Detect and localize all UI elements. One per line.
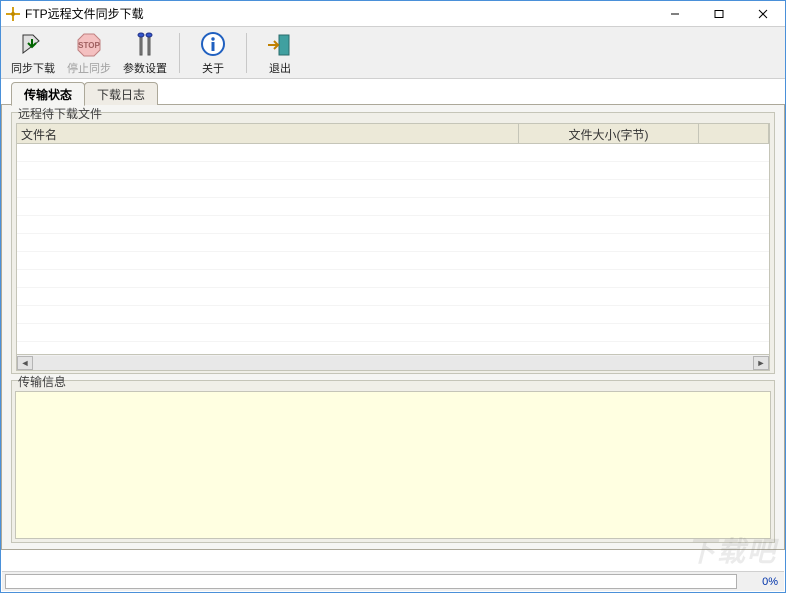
tab-bar: 传输状态 下载日志 [1,83,785,105]
scroll-track[interactable] [33,356,753,370]
settings-button[interactable]: 参数设置 [121,29,169,77]
progress-percent: 0% [740,576,784,588]
file-list[interactable]: 文件名 文件大小(字节) ◄ ► [16,123,770,371]
tab-transfer-status[interactable]: 传输状态 [11,82,85,106]
toolbar-separator-2 [246,33,247,73]
col-filename[interactable]: 文件名 [17,124,519,143]
toolbar: 同步下载 STOP 停止同步 参数设置 [1,27,785,79]
stop-sync-label: 停止同步 [67,60,111,76]
exit-icon [266,31,294,59]
window-title: FTP远程文件同步下载 [25,5,653,22]
stop-sync-button[interactable]: STOP 停止同步 [65,29,113,77]
sync-download-label: 同步下载 [11,60,55,76]
transfer-info-caption: 传输信息 [16,373,68,390]
stop-icon: STOP [75,31,103,59]
page-content: 远程待下载文件 文件名 文件大小(字节) ◄ ► 传输信息 [1,105,785,550]
progress-bar [5,574,737,589]
about-label: 关于 [202,60,224,76]
h-scrollbar[interactable]: ◄ ► [17,354,769,370]
file-list-body[interactable] [17,144,769,354]
tab-download-log-label: 下载日志 [97,88,145,102]
remote-files-caption: 远程待下载文件 [16,105,104,122]
info-icon [199,31,227,59]
status-bar: 0% [2,571,784,591]
col-filesize[interactable]: 文件大小(字节) [519,124,699,143]
app-icon [5,6,21,22]
transfer-info-pane[interactable] [15,391,771,539]
file-list-header: 文件名 文件大小(字节) [17,124,769,144]
toolbar-separator [179,33,180,73]
svg-text:STOP: STOP [78,41,100,50]
col-extra[interactable] [699,124,769,143]
titlebar: FTP远程文件同步下载 [1,1,785,27]
sync-download-button[interactable]: 同步下载 [9,29,57,77]
sync-download-icon [19,31,47,59]
settings-icon [131,31,159,59]
tab-transfer-status-label: 传输状态 [24,88,72,102]
tab-download-log[interactable]: 下载日志 [84,82,158,105]
exit-label: 退出 [269,60,291,76]
scroll-right-button[interactable]: ► [753,356,769,370]
transfer-info-group: 传输信息 [11,380,775,543]
scroll-left-button[interactable]: ◄ [17,356,33,370]
exit-button[interactable]: 退出 [257,29,303,77]
minimize-button[interactable] [653,1,697,26]
settings-label: 参数设置 [123,60,167,76]
remote-files-group: 远程待下载文件 文件名 文件大小(字节) ◄ ► [11,112,775,374]
window-controls [653,1,785,26]
about-button[interactable]: 关于 [190,29,236,77]
maximize-button[interactable] [697,1,741,26]
close-button[interactable] [741,1,785,26]
